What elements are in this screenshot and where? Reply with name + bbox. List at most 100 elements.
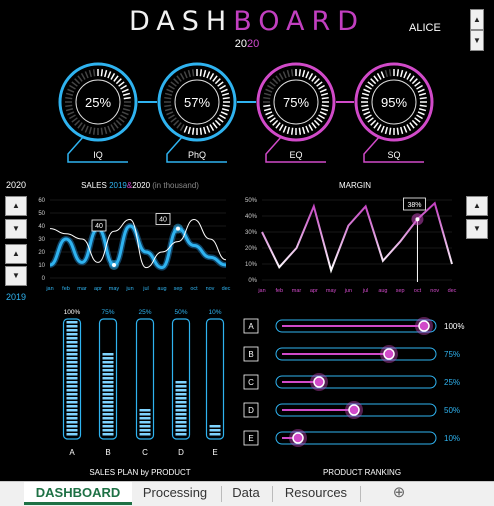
gauge-tick: [170, 81, 177, 87]
plan-bar-segment: [139, 413, 151, 416]
gauge-tick: [187, 126, 191, 135]
plan-bar-segment: [66, 329, 78, 332]
sales-xtick: dec: [222, 286, 231, 292]
user-spin-down-button[interactable]: ▼: [470, 30, 484, 51]
year-bottom-up-button[interactable]: ▲: [5, 244, 27, 264]
gauge-tick: [313, 78, 320, 85]
plus-circle-icon[interactable]: ⊕: [388, 482, 410, 505]
gauge-tick: [305, 71, 310, 79]
gauge-tick: [414, 117, 421, 123]
gauge-tick: [173, 119, 180, 126]
tab-resources[interactable]: Resources: [276, 482, 356, 505]
sales-ytick: 40: [38, 224, 45, 230]
plan-value-label: 10%: [208, 309, 221, 316]
plan-bar-segment: [102, 365, 114, 368]
margin-down-button[interactable]: ▼: [466, 219, 488, 239]
sales-callout: 40: [159, 217, 167, 224]
ranking-chart: A 100% B 75% C 25% D 50% E 10%: [243, 317, 464, 447]
gauge-tick: [65, 104, 73, 108]
plan-bar-segment: [175, 413, 187, 416]
gauge-tick: [320, 108, 329, 112]
plan-value-label: 100%: [64, 309, 81, 316]
gauge-tick: [176, 122, 182, 129]
gauge-tick: [417, 111, 425, 116]
gauge-tick: [403, 125, 408, 133]
plan-bar-segment: [102, 401, 114, 404]
gauge-tick: [282, 71, 287, 79]
tab-dashboard[interactable]: DASHBOARD: [24, 482, 132, 505]
year-bottom-down-button[interactable]: ▼: [5, 266, 27, 286]
gauge-tick: [361, 104, 369, 108]
year-top-up-button[interactable]: ▲: [5, 196, 27, 216]
gauge-tick: [123, 104, 131, 108]
tab-processing[interactable]: Processing: [134, 482, 216, 505]
gauge-tick: [318, 114, 325, 120]
plan-bar-segment: [102, 421, 114, 424]
gauge-tick: [219, 84, 226, 90]
margin-up-button[interactable]: ▲: [466, 196, 488, 216]
plan-bar-segment: [175, 417, 187, 420]
plan-bar-segment: [66, 381, 78, 384]
gauge-tick: [417, 88, 425, 93]
gauge-tick: [220, 88, 228, 93]
gauge-tick: [363, 111, 371, 116]
rank-slider-knob: [418, 320, 430, 332]
sales-xtick: apr: [94, 286, 102, 292]
gauge-tick: [416, 114, 423, 120]
gauge-tick: [191, 69, 195, 77]
gauge-tick: [187, 69, 191, 78]
user-spin-up-button[interactable]: ▲: [470, 9, 484, 30]
gauge-tick: [179, 124, 185, 131]
gauge-tick: [321, 96, 329, 100]
gauge-tick: [384, 126, 388, 135]
plan-bar-segment: [102, 353, 114, 356]
plan-bar-segment: [66, 421, 78, 424]
plan-bar-segment: [175, 425, 187, 428]
rank-category-label: E: [248, 434, 253, 443]
gauge-tick: [110, 124, 116, 131]
sales-chart-title: SALES 2019&2020 (in thousand): [40, 181, 240, 190]
gauge-tick: [416, 84, 423, 90]
rank-value-label: 75%: [444, 350, 460, 359]
gauge-tick: [396, 69, 400, 77]
plan-bar-segment: [175, 405, 187, 408]
gauge-tick: [320, 92, 329, 96]
plan-bar-segment: [66, 401, 78, 404]
gauge-tick: [318, 84, 325, 90]
gauge-tick: [414, 81, 421, 87]
gauge-tick: [400, 69, 404, 78]
rank-category-label: B: [248, 350, 253, 359]
sales-title-2019: 2019: [109, 181, 127, 190]
gauge-tick: [183, 71, 188, 79]
sales-ytick: 30: [38, 237, 45, 243]
plan-bar-segment: [102, 385, 114, 388]
sales-ytick: 20: [38, 250, 45, 256]
plan-bar-segment: [66, 413, 78, 416]
plan-bar-segment: [175, 393, 187, 396]
rank-slider-knob: [313, 376, 325, 388]
title-part-white: DASH: [128, 6, 234, 37]
gauge-tick: [92, 69, 96, 77]
plan-bar-segment: [66, 393, 78, 396]
plan-bar-segment: [139, 417, 151, 420]
gauge-tick: [308, 124, 314, 131]
gauge-tick: [164, 92, 173, 96]
margin-xtick: may: [326, 288, 337, 294]
plan-bar-segment: [102, 417, 114, 420]
gauge-tick: [107, 71, 112, 79]
gauge-tick: [263, 96, 271, 100]
plan-bar-segment: [102, 413, 114, 416]
gauge-tick: [263, 104, 271, 108]
gauge-tick: [272, 78, 279, 85]
margin-ytick: 40%: [245, 214, 258, 220]
sales-chart: 0 10 20 30 40 50 60 jan feb mar apr may jun jul aug sep…: [38, 198, 231, 292]
tab-separator: [221, 486, 222, 502]
tab-data[interactable]: Data: [224, 482, 268, 505]
sales-plan-chart: 100% A 75% B 25% C 50% D 10% E: [62, 309, 225, 457]
gauge-tick: [302, 69, 306, 78]
year-top-down-button[interactable]: ▼: [5, 219, 27, 239]
gauge-tick: [290, 127, 294, 135]
gauge-tick: [77, 75, 83, 82]
gauge-tick: [118, 117, 125, 123]
gauge-tick: [388, 127, 392, 135]
